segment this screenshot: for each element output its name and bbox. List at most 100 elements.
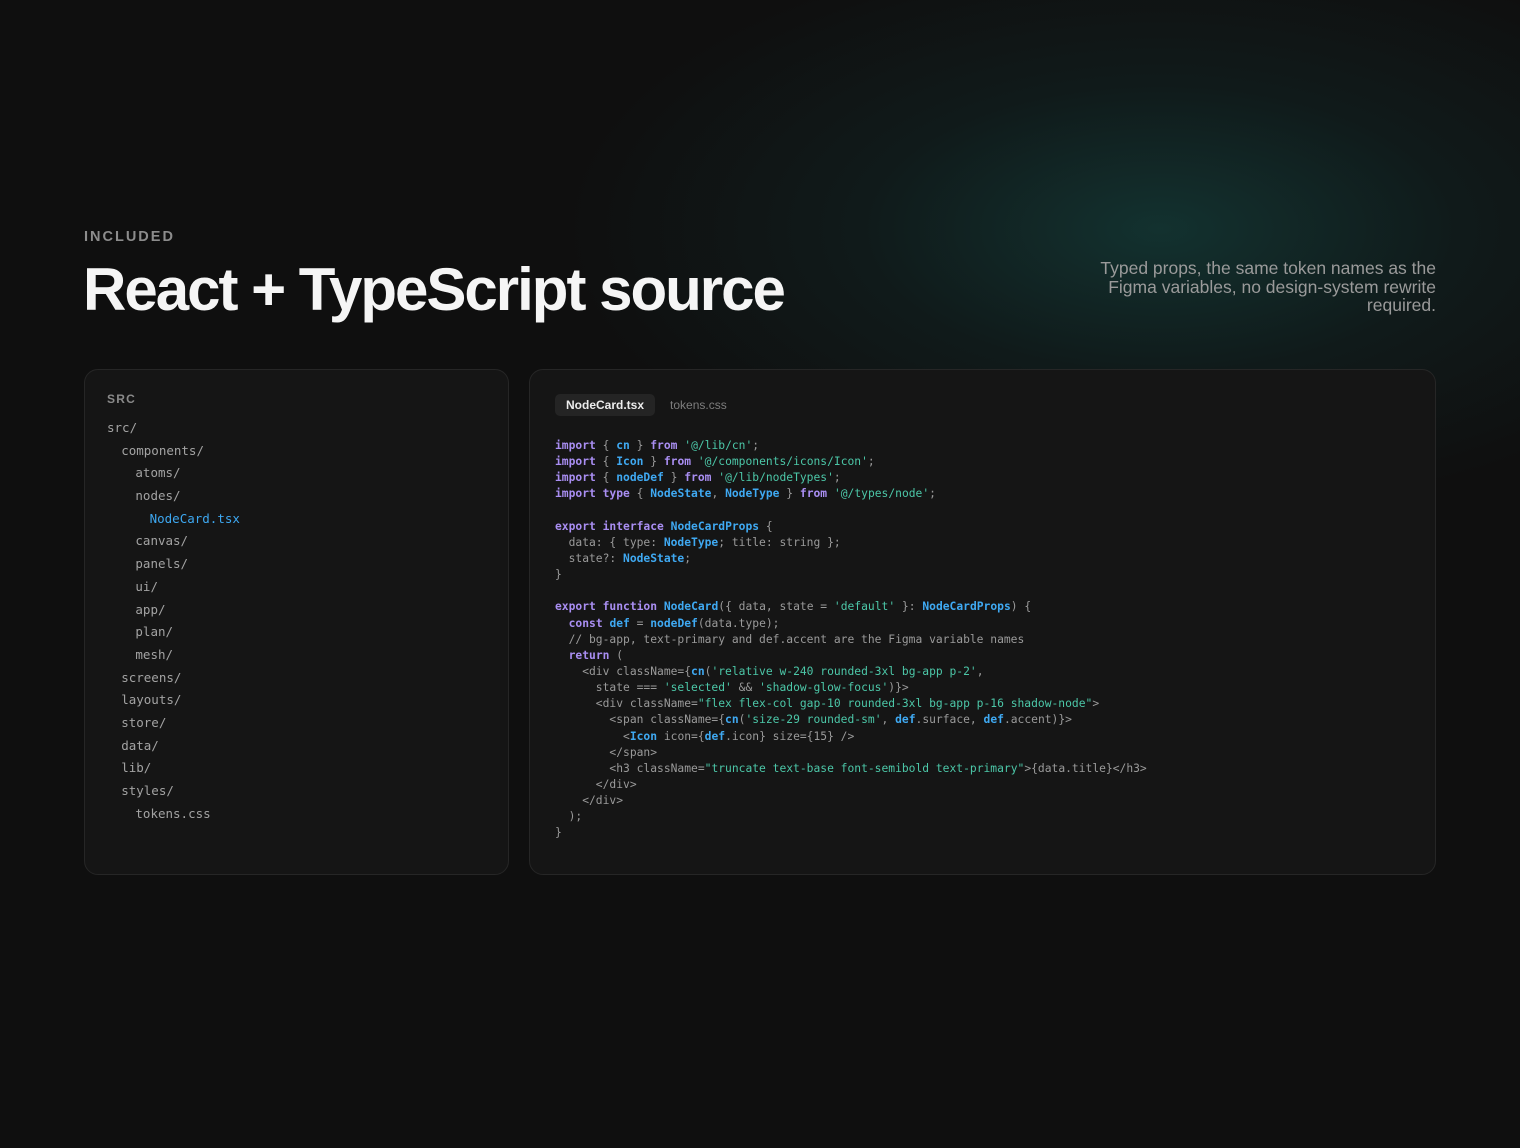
code-token: def	[895, 713, 916, 727]
code-token: }	[555, 826, 562, 840]
editor-tab[interactable]: NodeCard.tsx	[555, 394, 656, 416]
code-token: >	[1092, 697, 1100, 711]
code-token: nodeDef	[650, 616, 698, 630]
code-line: <div className={cn('relative w-240 round…	[555, 664, 1147, 680]
code-token: from	[650, 439, 678, 452]
code-token: import	[555, 471, 596, 485]
code-line: }	[555, 825, 1147, 841]
code-token: ;	[752, 439, 760, 452]
code-token: import	[555, 439, 596, 452]
tree-folder[interactable]: app/	[107, 599, 240, 622]
code-token: NodeType	[663, 535, 719, 549]
tree-folder[interactable]: store/	[107, 712, 240, 735]
file-tree-panel: SRC src/components/atoms/nodes/NodeCard.…	[84, 369, 509, 875]
tree-folder[interactable]: layouts/	[107, 689, 240, 712]
code-token: .icon} size={15} />	[725, 729, 855, 743]
code-token: "flex flex-col gap-10 rounded-3xl bg-app…	[697, 697, 1093, 711]
tree-folder[interactable]: lib/	[107, 757, 240, 780]
tagline: Typed props, the same token names as the…	[1100, 258, 1436, 315]
code-token: 'selected'	[663, 681, 732, 695]
code-token: (	[609, 648, 624, 662]
code-token: cn	[691, 664, 705, 678]
code-token: '@/lib/cn'	[684, 439, 753, 452]
tree-folder[interactable]: components/	[107, 440, 240, 463]
code-line: return (	[555, 648, 1147, 664]
code-line: <div className="flex flex-col gap-10 rou…	[555, 696, 1147, 712]
code-token: state?:	[555, 551, 624, 565]
tree-folder[interactable]: atoms/	[107, 462, 240, 485]
tree-folder[interactable]: nodes/	[107, 485, 240, 508]
tree-folder[interactable]: mesh/	[107, 644, 240, 667]
code-token: <span className={	[555, 713, 726, 727]
tree-folder[interactable]: styles/	[107, 780, 240, 803]
code-line: // bg-app, text-primary and def.accent a…	[555, 632, 1147, 648]
code-token: NodeState	[650, 487, 712, 501]
code-token: ;	[833, 471, 841, 485]
tree-folder[interactable]: ui/	[107, 576, 240, 599]
code-token: '@/lib/nodeTypes'	[718, 471, 834, 485]
code-line: );	[555, 809, 1147, 825]
file-tree-heading: SRC	[107, 392, 136, 406]
code-token: 'default'	[833, 600, 896, 614]
code-token: }:	[895, 600, 923, 614]
code-token: from	[799, 487, 828, 501]
code-token: cn	[616, 439, 630, 452]
code-token: from	[684, 471, 712, 485]
code-line: export interface NodeCardProps {	[555, 519, 1147, 535]
tree-folder[interactable]: data/	[107, 735, 240, 758]
code-token: </div>	[555, 777, 637, 791]
code-editor-panel: NodeCard.tsx tokens.css import { cn } fro…	[529, 369, 1436, 875]
code-token: )}>	[888, 681, 909, 695]
code-token: ;	[867, 455, 875, 469]
section-eyebrow: INCLUDED	[84, 229, 175, 245]
editor-tab[interactable]: tokens.css	[659, 394, 738, 416]
code-token: NodeCardProps	[670, 519, 760, 533]
tree-folder[interactable]: panels/	[107, 553, 240, 576]
code-token: NodeCard	[663, 600, 719, 614]
code-token: Icon	[629, 729, 658, 743]
code-block: import { cn } from '@/lib/cn'; import { I…	[555, 438, 1147, 842]
code-line: </span>	[555, 745, 1147, 761]
code-line: export function NodeCard({ data, state =…	[555, 599, 1147, 615]
code-token: data: { type:	[555, 535, 664, 549]
code-token: {	[759, 519, 773, 533]
tree-folder[interactable]: canvas/	[107, 530, 240, 553]
code-token: icon={	[657, 729, 705, 743]
code-token: def	[609, 616, 630, 630]
code-token: }	[643, 455, 664, 469]
code-token: ; title: string };	[718, 535, 841, 549]
code-token: {	[595, 455, 617, 469]
tree-file[interactable]: NodeCard.tsx	[107, 508, 240, 531]
code-line: import { cn } from '@/lib/cn';	[555, 438, 1147, 454]
code-token: cn	[725, 713, 739, 727]
code-token: NodeState	[623, 551, 685, 565]
code-token: export	[555, 600, 596, 614]
tree-folder[interactable]: screens/	[107, 667, 240, 690]
code-line: import type { NodeState, NodeType } from…	[555, 486, 1147, 502]
code-token: const	[568, 616, 603, 630]
code-token: "truncate text-base font-semibold text-p…	[704, 761, 1025, 775]
code-token: (data.type);	[697, 616, 780, 630]
tree-folder[interactable]: src/	[107, 417, 240, 440]
code-token: return	[568, 648, 610, 662]
code-token: import	[555, 487, 596, 501]
tree-file[interactable]: tokens.css	[107, 803, 240, 826]
code-token: <div className=	[555, 697, 698, 711]
code-line: <h3 className="truncate text-base font-s…	[555, 761, 1146, 777]
tree-folder[interactable]: plan/	[107, 621, 240, 644]
code-token: ,	[711, 487, 726, 501]
code-token: // bg-app, text-primary and def.accent a…	[555, 632, 1025, 646]
code-token: =	[629, 616, 651, 630]
code-line: state?: NodeState;	[555, 551, 1147, 567]
code-token: interface	[602, 519, 664, 533]
code-token: def	[704, 729, 726, 743]
code-token: NodeCardProps	[922, 600, 1011, 614]
code-line: }	[555, 567, 1147, 583]
